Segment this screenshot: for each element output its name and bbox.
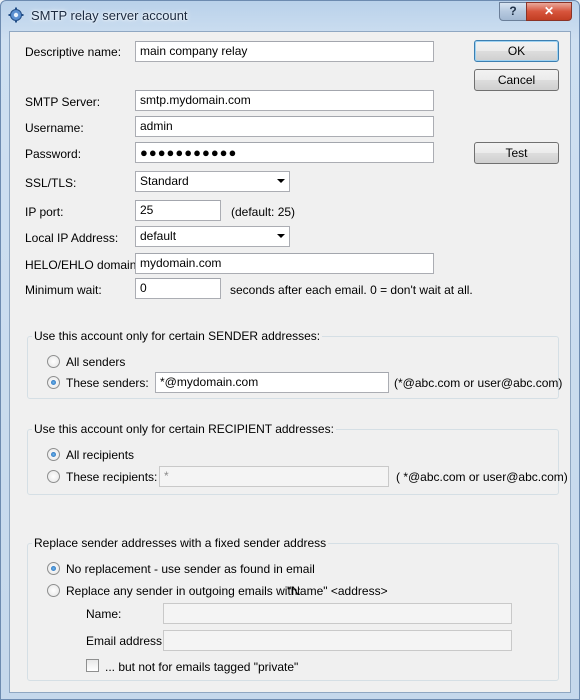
sender-hint: (*@abc.com or user@abc.com) bbox=[394, 376, 563, 390]
replace-email-label: Email address: bbox=[86, 634, 166, 648]
ip-port-label: IP port: bbox=[25, 205, 64, 219]
recipient-hint: ( *@abc.com or user@abc.com) bbox=[396, 470, 568, 484]
ssl-tls-select[interactable]: Standard bbox=[135, 171, 290, 192]
window-title: SMTP relay server account bbox=[31, 8, 188, 23]
password-label: Password: bbox=[25, 147, 82, 161]
all-recipients-label[interactable]: All recipients bbox=[66, 448, 134, 462]
these-senders-label[interactable]: These senders: bbox=[66, 376, 149, 390]
min-wait-hint: seconds after each email. 0 = don't wait… bbox=[230, 283, 473, 297]
help-button[interactable]: ? bbox=[499, 2, 527, 21]
password-input[interactable]: ●●●●●●●●●●● bbox=[135, 142, 434, 163]
ssl-tls-label: SSL/TLS: bbox=[25, 176, 77, 190]
not-private-checkbox[interactable] bbox=[86, 659, 99, 672]
dialog-window: SMTP relay server account ? ✕ Descriptiv… bbox=[0, 0, 580, 700]
recipient-group-title: Use this account only for certain RECIPI… bbox=[32, 422, 336, 436]
ip-port-input[interactable]: 25 bbox=[135, 200, 221, 221]
ok-button[interactable]: OK bbox=[474, 40, 559, 62]
dialog-body: Descriptive name: main company relay OK … bbox=[9, 31, 571, 693]
cancel-button[interactable]: Cancel bbox=[474, 69, 559, 91]
username-label: Username: bbox=[25, 121, 84, 135]
no-replacement-label[interactable]: No replacement - use sender as found in … bbox=[66, 562, 315, 576]
ip-port-hint: (default: 25) bbox=[231, 205, 296, 219]
close-button[interactable]: ✕ bbox=[526, 2, 572, 21]
min-wait-input[interactable]: 0 bbox=[135, 278, 221, 299]
these-recipients-label[interactable]: These recipients: bbox=[66, 470, 157, 484]
replace-email-input[interactable] bbox=[163, 630, 512, 651]
helo-label: HELO/EHLO domain: bbox=[25, 258, 140, 272]
descriptive-name-label: Descriptive name: bbox=[25, 45, 122, 59]
username-input[interactable]: admin bbox=[135, 116, 434, 137]
local-ip-select[interactable]: default bbox=[135, 226, 290, 247]
descriptive-name-input[interactable]: main company relay bbox=[135, 41, 434, 62]
these-senders-input[interactable]: *@mydomain.com bbox=[155, 372, 389, 393]
ssl-tls-value: Standard bbox=[140, 174, 189, 188]
no-replacement-radio[interactable] bbox=[47, 562, 60, 575]
test-button[interactable]: Test bbox=[474, 142, 559, 164]
smtp-server-input[interactable]: smtp.mydomain.com bbox=[135, 90, 434, 111]
chevron-down-icon bbox=[277, 234, 285, 238]
app-gear-icon bbox=[8, 7, 24, 23]
sender-group-title: Use this account only for certain SENDER… bbox=[32, 329, 323, 343]
helo-input[interactable]: mydomain.com bbox=[135, 253, 434, 274]
these-recipients-input[interactable]: * bbox=[159, 466, 389, 487]
replace-name-label: Name: bbox=[86, 607, 122, 621]
all-senders-radio[interactable] bbox=[47, 355, 60, 368]
replace-sender-radio[interactable] bbox=[47, 584, 60, 597]
local-ip-value: default bbox=[140, 229, 177, 243]
smtp-server-label: SMTP Server: bbox=[25, 95, 101, 109]
local-ip-label: Local IP Address: bbox=[25, 231, 119, 245]
min-wait-label: Minimum wait: bbox=[25, 283, 102, 297]
not-private-label[interactable]: ... but not for emails tagged "private" bbox=[105, 660, 298, 674]
replace-group-title: Replace sender addresses with a fixed se… bbox=[32, 536, 329, 550]
replace-sender-hint: "Name" <address> bbox=[287, 584, 388, 598]
title-bar[interactable]: SMTP relay server account ? ✕ bbox=[1, 1, 579, 31]
all-senders-label[interactable]: All senders bbox=[66, 355, 125, 369]
chevron-down-icon bbox=[277, 179, 285, 183]
all-recipients-radio[interactable] bbox=[47, 448, 60, 461]
replace-sender-label[interactable]: Replace any sender in outgoing emails wi… bbox=[66, 584, 301, 598]
these-senders-radio[interactable] bbox=[47, 376, 60, 389]
these-recipients-radio[interactable] bbox=[47, 470, 60, 483]
replace-name-input[interactable] bbox=[163, 603, 512, 624]
